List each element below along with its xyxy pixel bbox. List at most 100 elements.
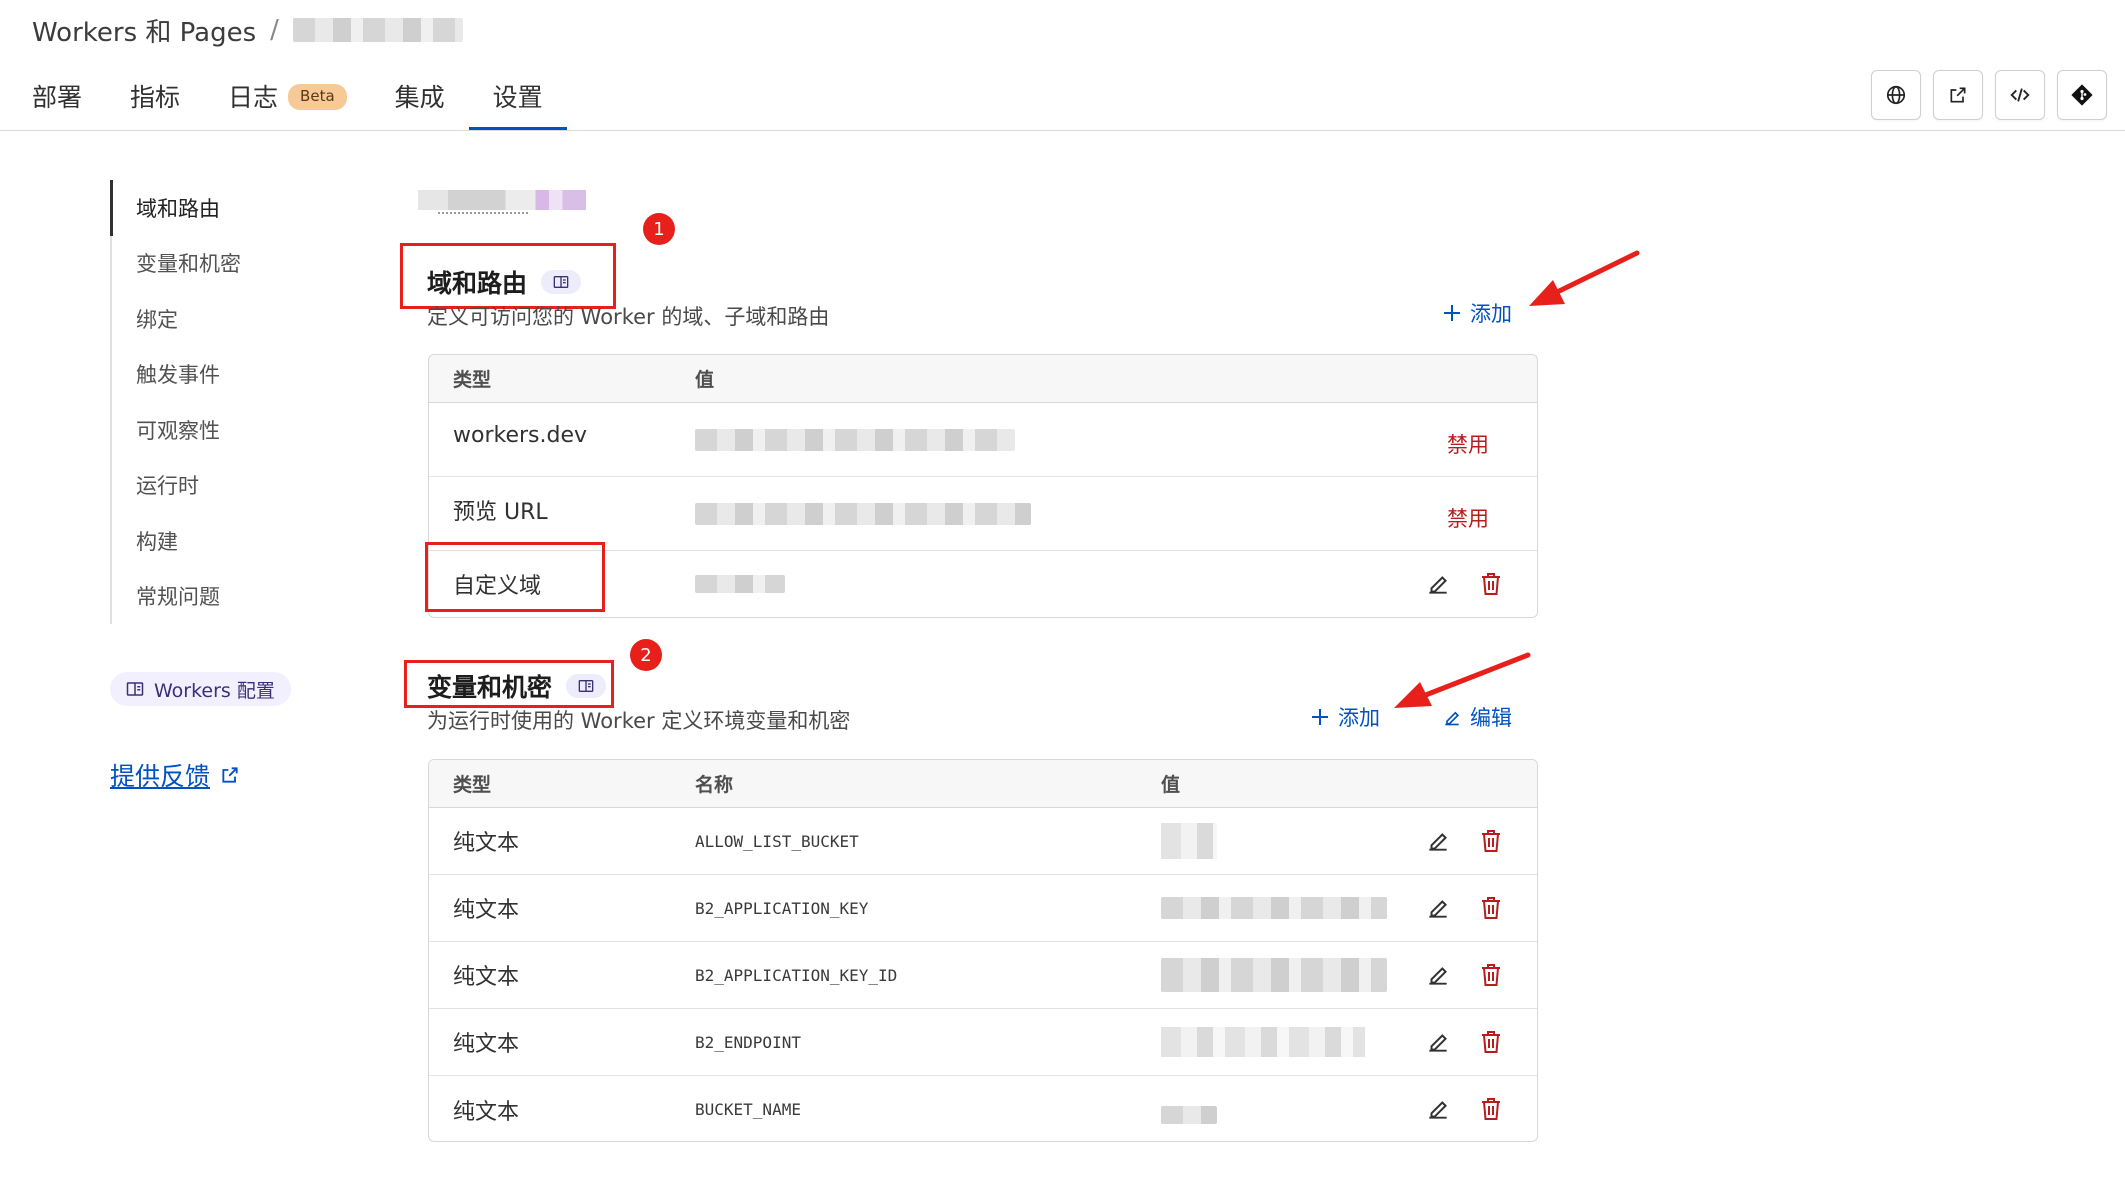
beta-badge: Beta <box>288 84 347 110</box>
variables-docs-link[interactable] <box>566 674 607 698</box>
table-row: 纯文本 B2_ENDPOINT <box>429 1009 1537 1076</box>
sidenav-item-runtime[interactable]: 运行时 <box>112 458 330 514</box>
sidenav-item-variables-secrets[interactable]: 变量和机密 <box>112 236 330 292</box>
variable-type: 纯文本 <box>453 1099 520 1125</box>
code-icon <box>2010 88 2030 102</box>
edit-icon[interactable] <box>1425 571 1451 597</box>
feedback-label: 提供反馈 <box>110 762 211 791</box>
breadcrumb: Workers 和 Pages / <box>32 12 463 48</box>
table-row: 纯文本 BUCKET_NAME <box>429 1076 1537 1143</box>
tab-bar: 部署 指标 日志 Beta 集成 设置 <box>32 72 567 130</box>
edit-icon[interactable] <box>1425 962 1451 988</box>
variable-name: B2_APPLICATION_KEY_ID <box>695 965 898 985</box>
open-external-button[interactable] <box>1933 70 1983 120</box>
domain-value-redacted[interactable] <box>695 575 785 593</box>
variable-value-redacted[interactable] <box>1161 958 1387 992</box>
variables-table: 类型 名称 值 纯文本 ALLOW_LIST_BUCKET 纯文本 B2_APP… <box>428 759 1538 1142</box>
book-icon <box>553 276 569 288</box>
sidenav-item-domains-routes[interactable]: 域和路由 <box>110 180 330 236</box>
domain-type: 预览 URL <box>453 499 548 525</box>
variable-value-redacted[interactable] <box>1161 1027 1365 1057</box>
variable-type: 纯文本 <box>453 898 520 923</box>
annotation-box-custom-domain <box>425 542 605 612</box>
delete-icon[interactable] <box>1479 895 1503 921</box>
variable-name: B2_APPLICATION_KEY <box>695 898 869 918</box>
variable-type: 纯文本 <box>453 965 520 990</box>
workers-dev-disable-button[interactable]: 禁用 <box>1447 429 1489 459</box>
domains-docs-link[interactable] <box>541 270 582 294</box>
sidenav-item-bindings[interactable]: 绑定 <box>112 291 330 347</box>
sidenav-item-general[interactable]: 常规问题 <box>112 569 330 625</box>
domains-add-label: 添加 <box>1470 302 1512 326</box>
breadcrumb-root[interactable]: Workers 和 Pages <box>32 12 256 49</box>
column-header-value: 值 <box>1161 774 1181 796</box>
tab-deployments[interactable]: 部署 <box>32 72 106 130</box>
delete-icon[interactable] <box>1479 571 1503 597</box>
edit-icon[interactable] <box>1425 828 1451 854</box>
variables-section-title: 变量和机密 <box>427 668 607 704</box>
globe-button[interactable] <box>1871 70 1921 120</box>
delete-icon[interactable] <box>1479 1029 1503 1055</box>
domains-add-button[interactable]: 添加 <box>1442 298 1512 328</box>
variables-title-text: 变量和机密 <box>427 673 553 702</box>
delete-icon[interactable] <box>1479 1096 1503 1122</box>
table-row: 纯文本 B2_APPLICATION_KEY_ID <box>429 942 1537 1009</box>
book-icon <box>126 682 144 696</box>
domains-table-header: 类型 值 <box>429 355 1537 403</box>
sidenav-item-build[interactable]: 构建 <box>112 513 330 569</box>
tab-settings[interactable]: 设置 <box>468 72 567 130</box>
domain-value-redacted[interactable] <box>695 502 1031 525</box>
variables-table-header: 类型 名称 值 <box>429 760 1537 808</box>
plus-icon <box>1312 709 1328 725</box>
table-row: 预览 URL 禁用 <box>429 477 1537 551</box>
delete-icon[interactable] <box>1479 828 1503 854</box>
variable-name: BUCKET_NAME <box>695 1100 801 1119</box>
breadcrumb-worker-name-redacted[interactable] <box>292 18 463 42</box>
sidenav-item-triggers[interactable]: 触发事件 <box>112 347 330 403</box>
header-divider <box>0 130 2125 131</box>
table-row: 纯文本 B2_APPLICATION_KEY <box>429 875 1537 942</box>
edit-icon[interactable] <box>1425 1096 1451 1122</box>
variable-value-redacted[interactable] <box>1161 897 1387 919</box>
git-button[interactable] <box>2057 70 2107 120</box>
book-icon <box>578 680 594 692</box>
variable-type: 纯文本 <box>453 831 520 856</box>
worker-name-underline <box>438 212 528 214</box>
globe-icon <box>1886 85 1906 105</box>
variable-value-redacted[interactable] <box>1161 1105 1217 1124</box>
tab-logs[interactable]: 日志 Beta <box>204 72 371 130</box>
sidenav-item-observability[interactable]: 可观察性 <box>112 402 330 458</box>
table-row: workers.dev 禁用 <box>429 403 1537 477</box>
variables-add-label: 添加 <box>1338 706 1380 730</box>
edit-code-button[interactable] <box>1995 70 2045 120</box>
annotation-marker-1: 1 <box>643 213 675 245</box>
column-header-name: 名称 <box>695 774 734 796</box>
annotation-marker-2: 2 <box>630 639 662 671</box>
delete-icon[interactable] <box>1479 962 1503 988</box>
workers-config-link[interactable]: Workers 配置 <box>110 672 291 706</box>
variable-name: B2_ENDPOINT <box>695 1032 801 1052</box>
annotation-arrow-add-variable <box>1394 652 1531 708</box>
column-header-type: 类型 <box>453 369 492 391</box>
variables-add-button[interactable]: 添加 <box>1310 702 1380 732</box>
domain-type: workers.dev <box>453 423 588 448</box>
edit-icon[interactable] <box>1425 895 1451 921</box>
worker-name-redacted <box>418 190 586 210</box>
external-link-icon <box>222 767 238 783</box>
feedback-link[interactable]: 提供反馈 <box>110 757 240 793</box>
variable-name: ALLOW_LIST_BUCKET <box>695 831 859 851</box>
workers-config-label: Workers 配置 <box>154 679 275 702</box>
tab-metrics[interactable]: 指标 <box>106 72 204 130</box>
variable-type: 纯文本 <box>453 1032 520 1057</box>
edit-icon[interactable] <box>1425 1029 1451 1055</box>
plus-icon <box>1444 305 1460 321</box>
variable-value-redacted[interactable] <box>1161 823 1217 859</box>
git-icon <box>2071 84 2093 106</box>
preview-url-disable-button[interactable]: 禁用 <box>1447 503 1489 533</box>
tab-integrations[interactable]: 集成 <box>371 72 469 130</box>
domain-value-redacted[interactable] <box>695 428 1015 451</box>
external-link-icon <box>1950 87 1966 103</box>
column-header-type: 类型 <box>453 774 492 796</box>
column-header-value: 值 <box>695 369 715 391</box>
breadcrumb-separator: / <box>270 15 279 45</box>
